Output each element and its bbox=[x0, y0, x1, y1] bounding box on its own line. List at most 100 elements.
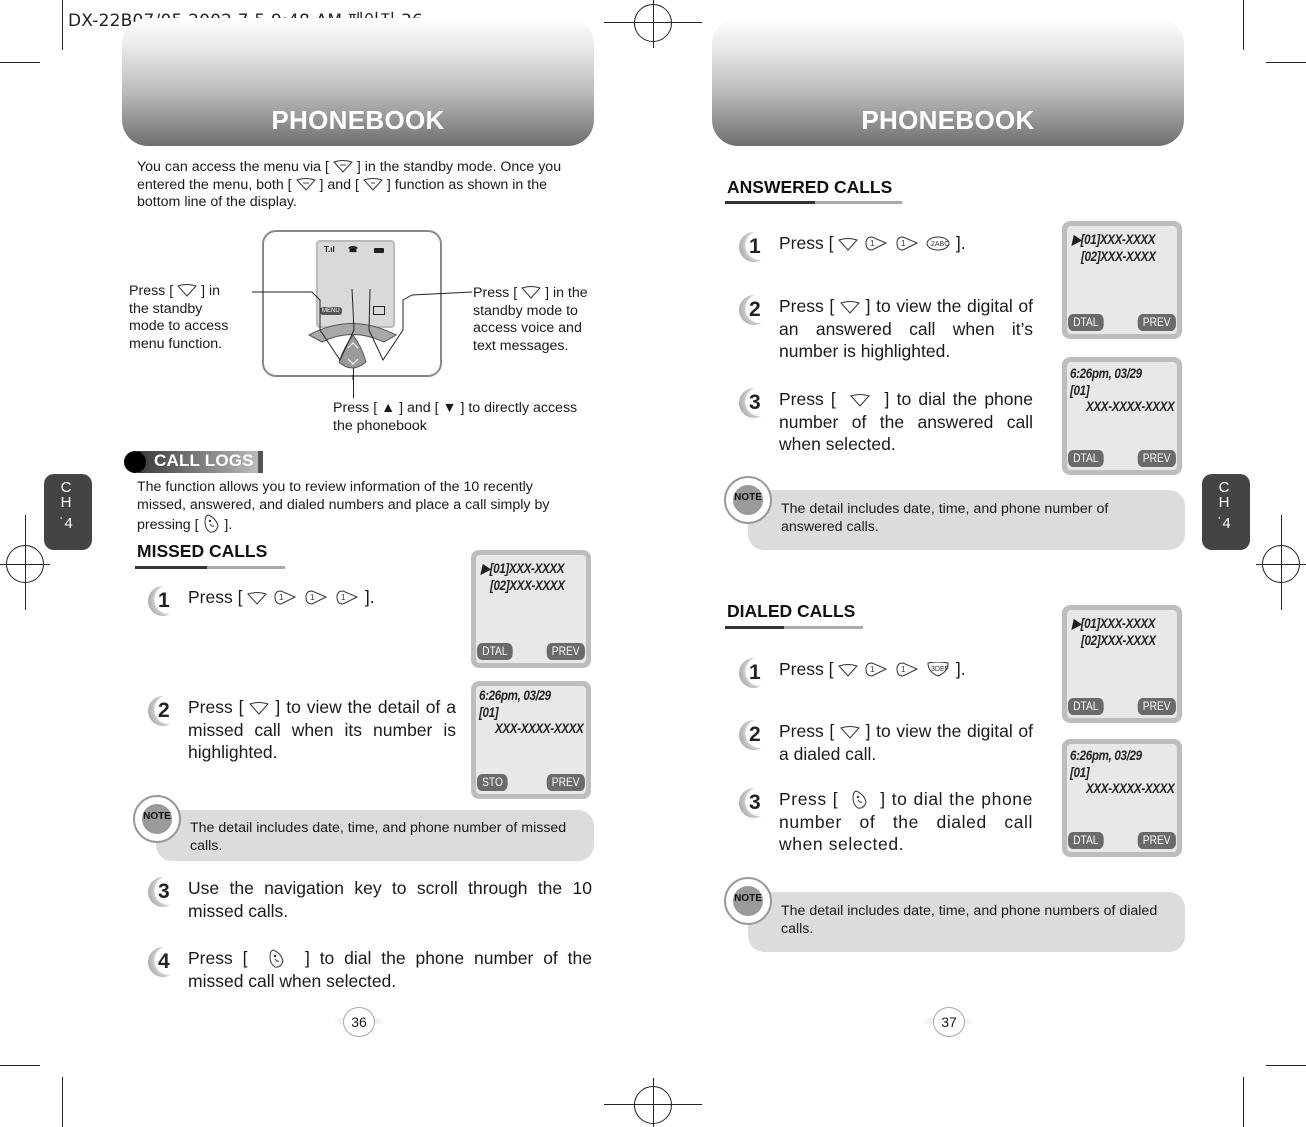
section-header-call-logs: CALL LOGS bbox=[124, 449, 264, 474]
key-1-icon: 1 bbox=[895, 234, 919, 251]
lcd-softkey-left: STO bbox=[477, 774, 508, 791]
call-logs-intro: The function allows you to review inform… bbox=[137, 479, 597, 535]
page-number-left: 36 bbox=[343, 1007, 375, 1037]
dialed-calls-heading: DIALED CALLS bbox=[727, 601, 856, 621]
callout-text: menu function. bbox=[129, 335, 223, 352]
crop-mark bbox=[0, 62, 40, 63]
crop-mark bbox=[62, 0, 63, 50]
step-text: Press [ ] to dial the phone number of th… bbox=[779, 789, 1033, 854]
key-1-icon: 1 bbox=[273, 588, 297, 605]
step-text: Use the navigation key to scroll through… bbox=[188, 878, 592, 921]
step-text: Press [ ] to dial the phone number of th… bbox=[779, 389, 1033, 454]
crop-mark bbox=[1243, 1077, 1244, 1127]
lcd-softkey-left: DTAL bbox=[1068, 450, 1104, 467]
callout-message-key: Press [ ] in the standby mode to access … bbox=[473, 285, 603, 355]
step-text: Press [ ] to view the detail of a missed… bbox=[188, 697, 456, 762]
left-soft-key-icon bbox=[840, 297, 860, 314]
key-2abc-icon: 2ABC bbox=[926, 234, 950, 251]
lcd-list-entry: [02]XXX-XXXX bbox=[1081, 249, 1156, 264]
page-number-right: 37 bbox=[933, 1007, 965, 1037]
left-soft-key-icon bbox=[247, 588, 268, 605]
intro-text: bottom line of the display. bbox=[137, 194, 297, 210]
note-text: The detail includes date, time, and phon… bbox=[781, 501, 1109, 535]
callout-text: Press [ bbox=[129, 283, 174, 299]
lcd-list-entry: ▶[01]XXX-XXXX bbox=[1072, 232, 1156, 247]
lcd-missed-list: ▶[01]XXX-XXXX [02]XXX-XXXX DTAL PREV bbox=[471, 550, 591, 668]
callout-text: ] in the bbox=[545, 285, 588, 301]
intro-text: ]. bbox=[224, 517, 233, 533]
intro-text: pressing [ bbox=[137, 517, 199, 533]
svg-text:1: 1 bbox=[310, 593, 315, 602]
svg-text:1: 1 bbox=[901, 665, 906, 674]
chapter-tab-left: C H ˙4 bbox=[44, 474, 92, 550]
intro-text: The function allows you to review inform… bbox=[137, 479, 533, 495]
right-soft-key-icon bbox=[521, 286, 541, 299]
intro-text: ] in the standby mode. Once you bbox=[356, 159, 562, 175]
step-number-badge: 1 bbox=[148, 586, 178, 616]
lcd-missed-detail: 6:26pm, 03/29 [01] XXX-XXXX-XXXX STO PRE… bbox=[471, 681, 591, 799]
step-number-badge: 2 bbox=[739, 295, 769, 325]
svg-text:1: 1 bbox=[870, 665, 875, 674]
callout-text: the standby bbox=[129, 300, 203, 317]
callout-text: the phonebook bbox=[333, 417, 427, 434]
chapter-label: C H ˙4 bbox=[1217, 479, 1231, 532]
send-key-icon bbox=[267, 949, 285, 969]
step-number-badge: 2 bbox=[739, 720, 769, 750]
crop-mark bbox=[1266, 62, 1306, 63]
right-page-title: PHONEBOOK bbox=[861, 105, 1035, 135]
registration-mark-line bbox=[1281, 515, 1282, 610]
lcd-index: [01] bbox=[1070, 765, 1090, 780]
registration-mark-line bbox=[653, 1078, 654, 1127]
step-text: Press [ 1 1 3DEF ]. bbox=[779, 659, 966, 679]
lcd-softkey-left: DTAL bbox=[1068, 698, 1104, 715]
lcd-softkey-right: PREV bbox=[547, 643, 585, 660]
lcd-list-entry: ▶[01]XXX-XXXX bbox=[481, 561, 565, 576]
callout-text: Press [ bbox=[473, 285, 518, 301]
missed-calls-heading: MISSED CALLS bbox=[137, 541, 268, 561]
svg-text:1: 1 bbox=[870, 239, 875, 248]
crop-mark bbox=[1243, 0, 1244, 50]
callout-menu-key: Press [ ] in the standby mode to access … bbox=[129, 283, 244, 353]
lcd-softkey-right: PREV bbox=[1138, 698, 1176, 715]
step-text: Press [ ] to view the digital of an answ… bbox=[779, 296, 1034, 361]
send-key-icon bbox=[202, 514, 220, 534]
step-number-badge: 1 bbox=[739, 658, 769, 688]
heading-underline bbox=[725, 201, 902, 204]
note-icon: NOTE bbox=[724, 877, 772, 925]
left-soft-key-icon bbox=[838, 660, 859, 677]
lcd-list-entry: ▶[01]XXX-XXXX bbox=[1072, 616, 1156, 631]
lcd-dialed-detail: 6:26pm, 03/29 [01] XXX-XXXX-XXXX DTAL PR… bbox=[1062, 739, 1182, 857]
key-1-icon: 1 bbox=[335, 588, 359, 605]
intro-text: You can access the menu via [ bbox=[137, 159, 329, 175]
key-1-icon: 1 bbox=[864, 660, 888, 677]
step-number-badge: 3 bbox=[739, 788, 769, 818]
chapter-tab-right: C H ˙4 bbox=[1202, 474, 1250, 550]
lcd-index: [01] bbox=[1070, 383, 1090, 398]
lcd-softkey-right: PREV bbox=[1138, 314, 1176, 331]
step-number-badge: 2 bbox=[148, 696, 178, 726]
left-soft-key-icon bbox=[840, 722, 860, 739]
key-1-icon: 1 bbox=[304, 588, 328, 605]
lcd-timestamp: 6:26pm, 03/29 bbox=[1070, 748, 1142, 763]
left-soft-key-icon bbox=[177, 284, 197, 297]
send-key-icon bbox=[850, 790, 868, 810]
lcd-dialed-list: ▶[01]XXX-XXXX [02]XXX-XXXX DTAL PREV bbox=[1062, 605, 1182, 723]
heading-underline bbox=[135, 566, 285, 569]
svg-text:3DEF: 3DEF bbox=[931, 666, 949, 673]
left-intro-paragraph: You can access the menu via [ ] in the s… bbox=[137, 159, 597, 212]
svg-text:1: 1 bbox=[341, 593, 346, 602]
step-text: Press [ ] to view the digital of a diale… bbox=[779, 721, 1034, 764]
lcd-list-entry: [02]XXX-XXXX bbox=[490, 578, 565, 593]
step-text: Press [ ] to dial the phone number of th… bbox=[188, 948, 592, 991]
note-text: The detail includes date, time, and phon… bbox=[781, 903, 1158, 937]
lcd-softkey-right: PREV bbox=[1138, 450, 1176, 467]
left-soft-key-icon bbox=[332, 160, 353, 173]
lcd-answered-list: ▶[01]XXX-XXXX [02]XXX-XXXX DTAL PREV bbox=[1062, 221, 1182, 339]
crop-mark bbox=[62, 1077, 63, 1127]
step-number-badge: 3 bbox=[739, 388, 769, 418]
intro-text: missed, answered, and dialed numbers and… bbox=[137, 496, 550, 513]
intro-text: ] function as shown in the bbox=[386, 176, 547, 193]
lcd-index: [01] bbox=[479, 705, 499, 720]
callout-text: text messages. bbox=[473, 337, 569, 354]
lcd-softkey-left: DTAL bbox=[1068, 832, 1104, 849]
